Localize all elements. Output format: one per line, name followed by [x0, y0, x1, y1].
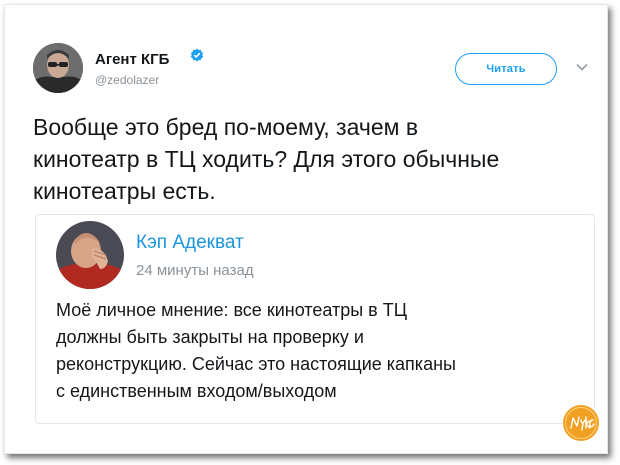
author-handle[interactable]: @zedolazer: [95, 73, 159, 87]
chevron-down-icon[interactable]: [575, 62, 589, 72]
watermark-logo: [563, 405, 599, 441]
author-avatar[interactable]: [33, 43, 83, 93]
quoted-tweet[interactable]: Кэп Адекват 24 минуты назад Моё личное м…: [35, 214, 595, 424]
tweet-card: Агент КГБ @zedolazer Читать Вообще это б…: [4, 4, 608, 454]
quoted-timestamp[interactable]: 24 минуты назад: [136, 262, 254, 279]
quoted-tweet-text: Моё личное мнение: все кинотеатры в ТЦ д…: [56, 300, 456, 401]
quoted-author-avatar[interactable]: [56, 221, 124, 289]
follow-button[interactable]: Читать: [455, 53, 557, 85]
quoted-author-name[interactable]: Кэп Адекват: [136, 232, 244, 254]
author-name[interactable]: Агент КГБ: [95, 51, 169, 68]
verified-badge-icon: [190, 48, 204, 62]
tweet-text: Вообще это бред по-моему, зачем в киноте…: [33, 114, 500, 204]
